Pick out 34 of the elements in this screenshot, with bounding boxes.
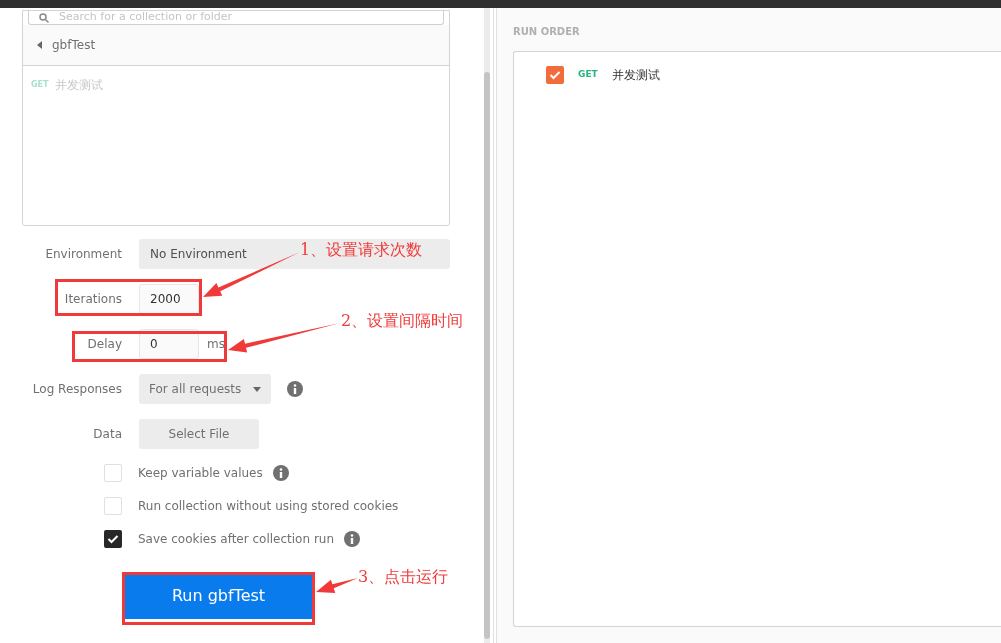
annotation-text: 2、设置间隔时间 — [341, 310, 464, 332]
request-method: GET — [578, 68, 598, 82]
checkbox[interactable] — [104, 497, 122, 515]
info-icon — [287, 381, 303, 397]
run-button[interactable]: Run gbfTest — [125, 572, 312, 619]
info-icon — [344, 531, 361, 547]
field-label: Iterations — [63, 291, 122, 308]
request-name: 并发测试 — [611, 67, 660, 84]
option-label: Keep variable values — [138, 465, 263, 482]
section-title: RUN ORDER — [513, 25, 581, 39]
option-label: Run collection without using stored cookies — [138, 498, 399, 515]
check-icon — [549, 70, 561, 80]
field-label: Data — [92, 426, 122, 443]
info-icon — [272, 465, 289, 481]
request-method: GET — [31, 79, 49, 91]
field-label: Log Responses — [31, 381, 122, 398]
caret-icon — [253, 386, 261, 392]
field-label: Environment — [44, 246, 122, 263]
iterations-input[interactable]: 2000 — [139, 284, 199, 314]
checkbox[interactable] — [546, 66, 564, 84]
collection-name: gbfTest — [52, 37, 96, 54]
option-label: Save cookies after collection run — [138, 531, 335, 548]
checkbox[interactable] — [104, 530, 122, 548]
caret-icon — [37, 41, 42, 49]
collection-header[interactable]: gbfTest — [23, 25, 449, 66]
search-icon — [39, 12, 49, 23]
check-icon — [107, 534, 119, 544]
log-responses-dropdown[interactable]: For all requests — [139, 374, 271, 404]
unit-label: ms — [207, 336, 225, 353]
field-label: Delay — [86, 336, 122, 353]
annotation-text: 1、设置请求次数 — [300, 239, 423, 261]
annotation-text: 3、点击运行 — [358, 566, 449, 588]
select-file-button[interactable]: Select File — [139, 419, 259, 449]
checkbox[interactable] — [104, 464, 122, 482]
